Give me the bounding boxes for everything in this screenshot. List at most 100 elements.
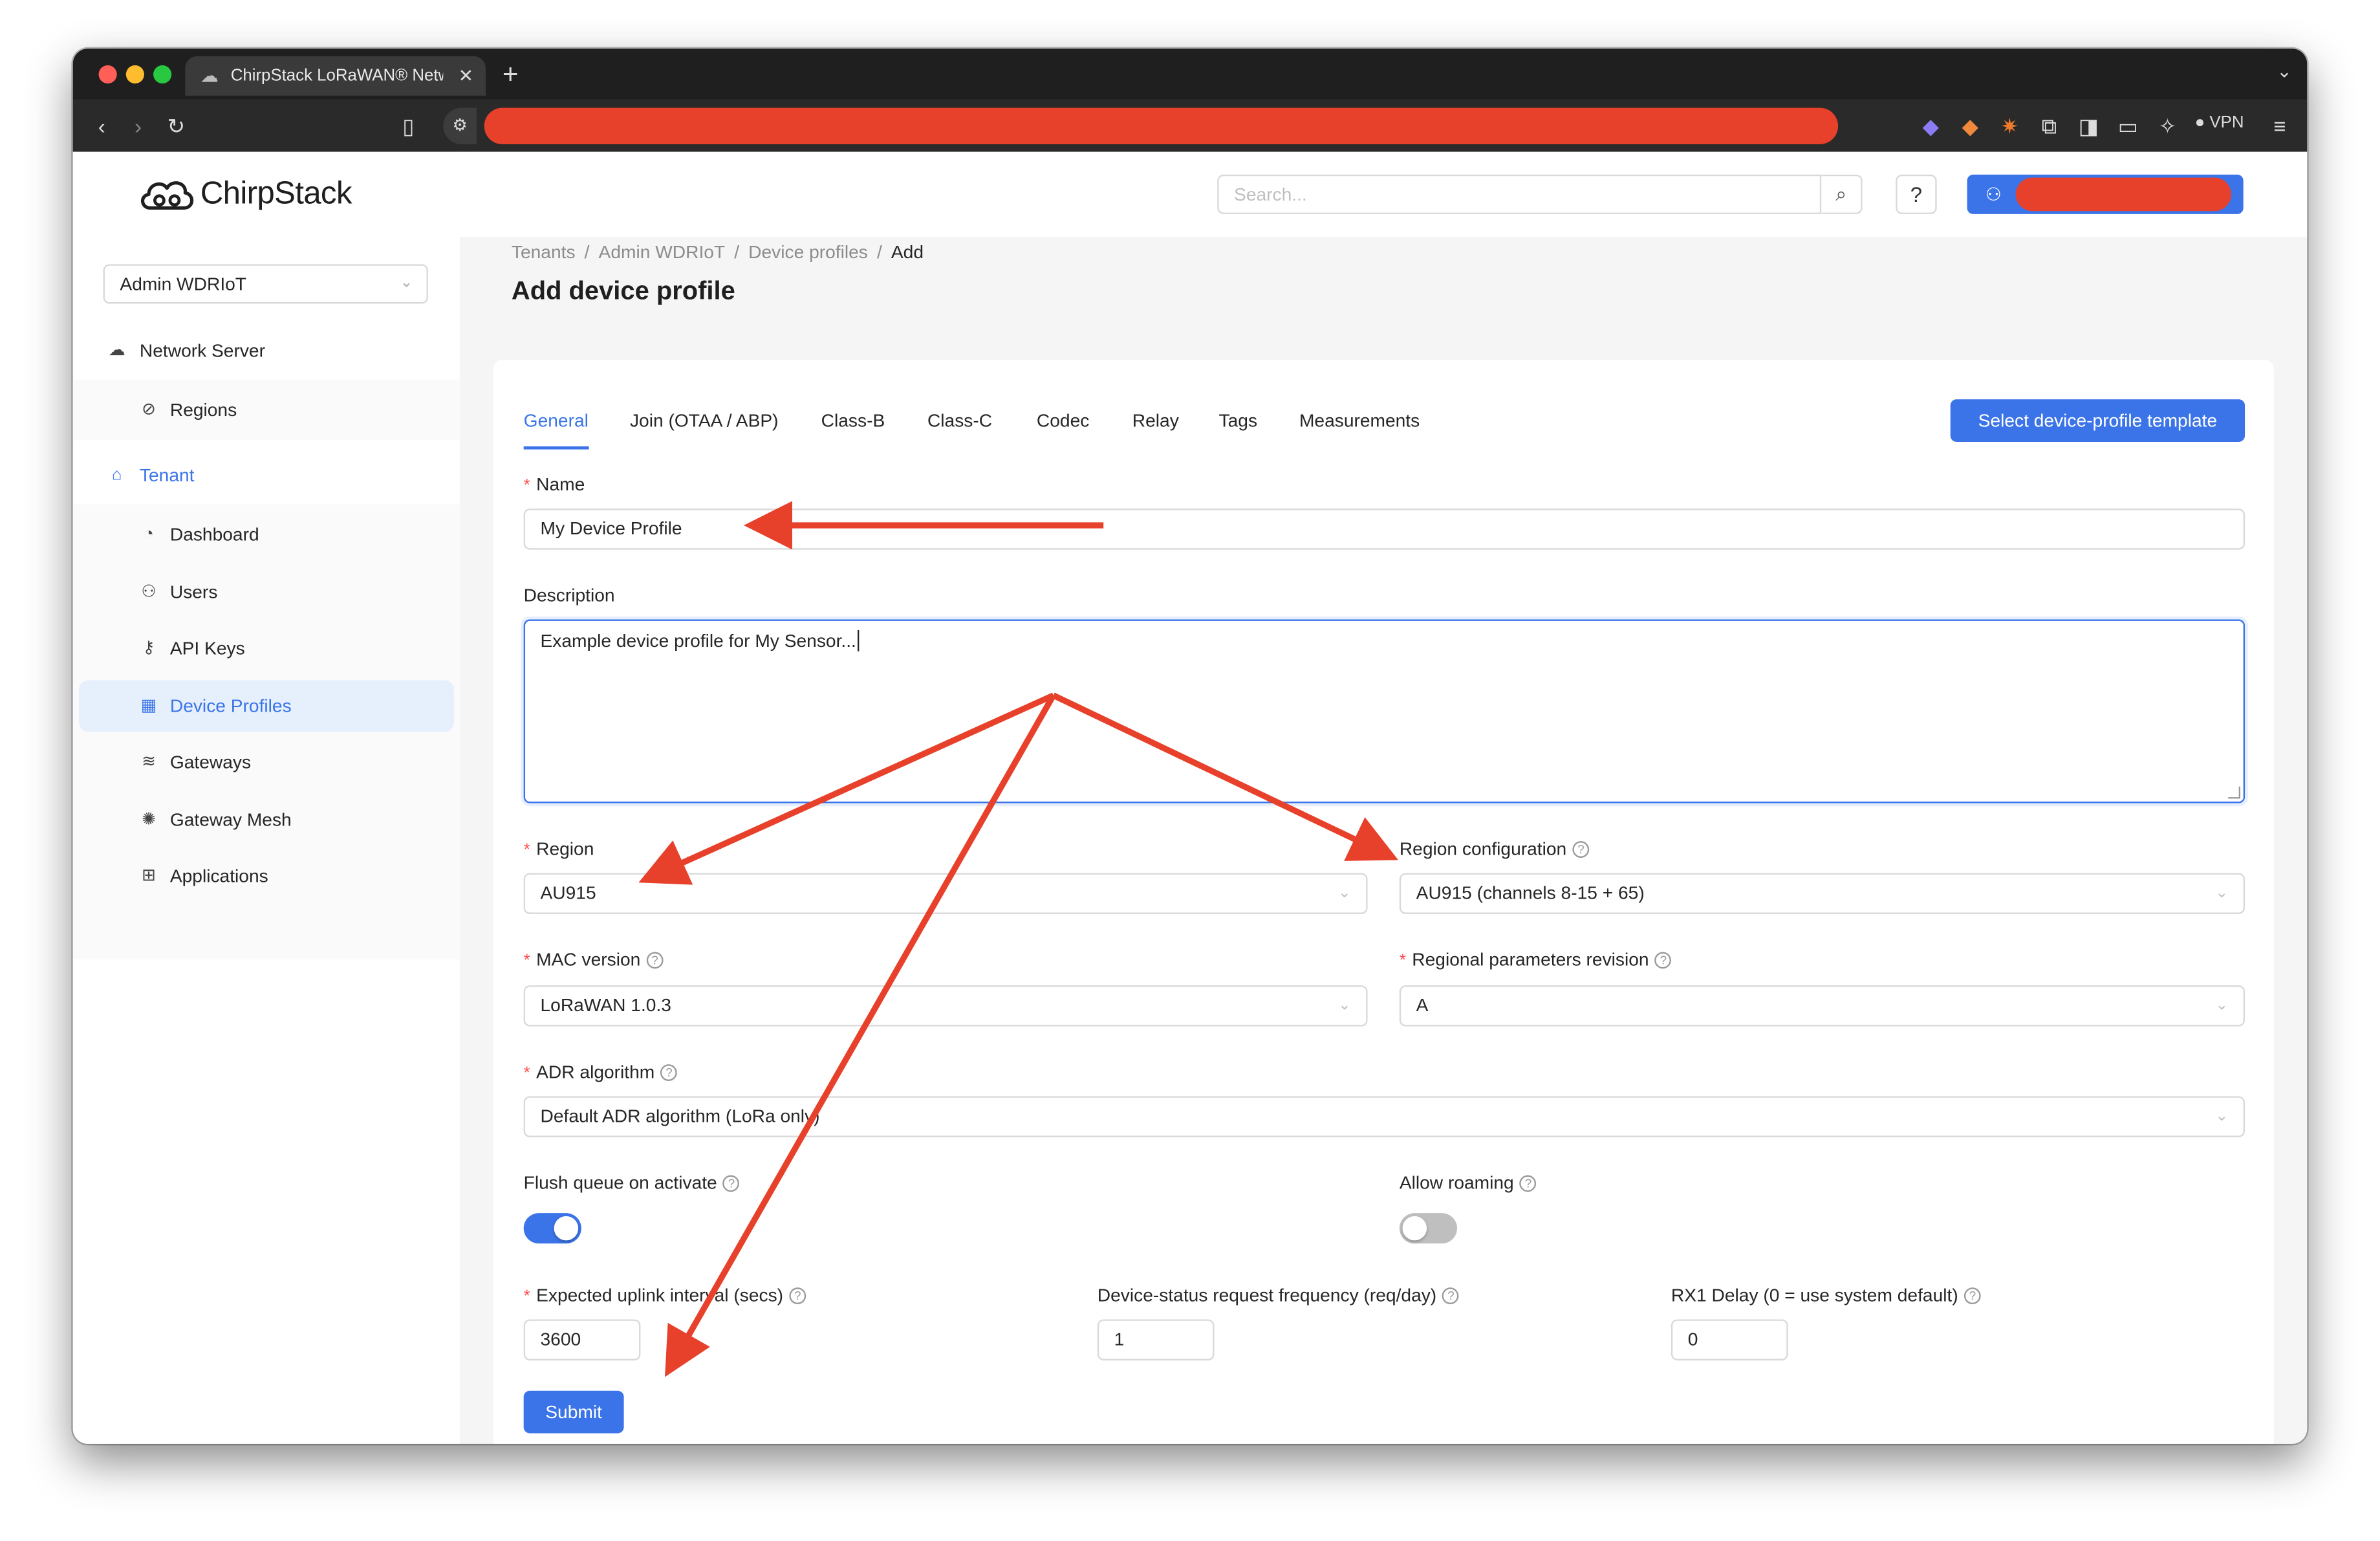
app-header: ChirpStack Search... ⌕ ? ⚇ (72, 151, 2308, 239)
menu-label: API Keys (169, 637, 245, 659)
minimize-window-button[interactable] (125, 65, 144, 84)
active-tab-indicator (523, 446, 589, 450)
bookmark-icon[interactable]: ▯ (398, 113, 419, 140)
device-status-label: Device-status request frequency (req/day… (1098, 1284, 1460, 1306)
region-config-select[interactable]: AU915 (channels 8-15 + 65) ⌄ (1399, 873, 2245, 914)
site-settings-icon[interactable]: ⚙ (443, 107, 477, 144)
menu-dashboard[interactable]: ◔ Dashboard (73, 508, 460, 560)
description-textarea[interactable]: Example device profile for My Sensor... (523, 619, 2245, 803)
close-tab-icon[interactable]: ✕ (459, 56, 474, 96)
resize-handle[interactable] (2228, 786, 2241, 799)
breadcrumb-tenant[interactable]: Admin WDRIoT (599, 241, 726, 263)
leo-icon[interactable]: ✧ (2156, 113, 2180, 140)
rx1-delay-input[interactable]: 0 (1671, 1319, 1788, 1361)
page-title: Add device profile (511, 276, 735, 305)
tenant-select-value: Admin WDRIoT (120, 273, 247, 295)
browser-window: ☁ ChirpStack LoRaWAN® Netw ✕ + ⌄ ‹ › ↻ ▯… (72, 49, 2308, 1444)
menu-device-profiles[interactable]: ▦ Device Profiles (79, 680, 454, 732)
regional-params-select[interactable]: A ⌄ (1399, 985, 2245, 1027)
reload-icon[interactable]: ↻ (164, 113, 188, 140)
wifi-icon: ≋ (142, 753, 156, 772)
brave-icon[interactable]: ✷ (1998, 113, 2022, 140)
help-icon: ? (1654, 952, 1672, 969)
device-status-input[interactable]: 1 (1097, 1319, 1215, 1361)
extension-icon[interactable]: ◆ (1918, 113, 1943, 140)
username-redacted (2015, 177, 2231, 212)
user-menu-button[interactable]: ⚇ (1967, 174, 2244, 214)
rx1-delay-label: RX1 Delay (0 = use system default)? (1671, 1284, 1981, 1306)
new-tab-button[interactable]: + (503, 56, 519, 93)
forward-icon[interactable]: › (127, 113, 149, 140)
vpn-badge[interactable]: ● VPN (2195, 114, 2244, 132)
menu-tenant[interactable]: ⌂ Tenant (73, 450, 460, 501)
back-icon[interactable]: ‹ (91, 113, 113, 140)
name-input[interactable]: My Device Profile (523, 508, 2245, 550)
tab-join[interactable]: Join (OTAA / ABP) (630, 402, 779, 439)
toggle-knob (1402, 1216, 1427, 1241)
menu-label: Device Profiles (169, 695, 292, 717)
chevron-down-icon[interactable]: ⌄ (2277, 61, 2292, 82)
tenant-select[interactable]: Admin WDRIoT ⌄ (103, 264, 428, 304)
menu-applications[interactable]: ⊞ Applications (73, 850, 460, 902)
wallet-icon[interactable]: ▭ (2116, 113, 2141, 140)
help-icon: ? (1964, 1287, 1981, 1304)
cloud-icon: ☁ (108, 342, 125, 360)
metamask-icon[interactable]: ◆ (1958, 113, 1983, 140)
mesh-icon: ✺ (142, 811, 156, 829)
sidebar-icon[interactable]: ◨ (2077, 113, 2101, 140)
browser-titlebar: ☁ ChirpStack LoRaWAN® Netw ✕ + ⌄ (72, 49, 2308, 100)
region-value: AU915 (540, 882, 596, 904)
browser-tab[interactable]: ☁ ChirpStack LoRaWAN® Netw ✕ (185, 56, 486, 96)
tab-codec[interactable]: Codec (1037, 402, 1089, 439)
menu-network-server[interactable]: ☁ Network Server (73, 325, 460, 377)
menu-label: Regions (169, 399, 237, 421)
region-label: * Region (523, 838, 594, 860)
adr-label: * ADR algorithm? (524, 1061, 678, 1082)
menu-icon[interactable]: ≡ (2267, 113, 2292, 140)
home-icon: ⌂ (111, 466, 122, 485)
adr-select[interactable]: Default ADR algorithm (LoRa only) ⌄ (523, 1096, 2245, 1137)
tab-class-c[interactable]: Class-C (927, 402, 992, 439)
allow-roaming-toggle[interactable] (1399, 1213, 1458, 1244)
help-button[interactable]: ? (1896, 174, 1937, 214)
uplink-interval-input[interactable]: 3600 (523, 1319, 641, 1361)
menu-api-keys[interactable]: ⚷ API Keys (73, 622, 460, 674)
tab-tags[interactable]: Tags (1219, 402, 1258, 439)
zoom-window-button[interactable] (153, 65, 172, 84)
close-window-button[interactable] (98, 65, 117, 84)
flush-queue-toggle[interactable] (523, 1213, 581, 1244)
chirpstack-logo-icon (141, 181, 194, 210)
help-icon: ? (660, 1064, 678, 1081)
help-icon: ? (723, 1175, 740, 1192)
search-input[interactable]: Search... (1217, 174, 1822, 214)
menu-label: Gateway Mesh (169, 809, 292, 831)
chevron-down-icon: ⌄ (2215, 997, 2229, 1014)
tab-relay[interactable]: Relay (1132, 402, 1179, 439)
breadcrumb-device-profiles[interactable]: Device profiles (748, 241, 868, 263)
region-config-label: Region configuration? (1400, 838, 1590, 859)
user-icon: ⚇ (141, 583, 157, 602)
menu-regions[interactable]: ⊘ Regions (73, 384, 460, 436)
menu-users[interactable]: ⚇ Users (73, 566, 460, 618)
key-icon: ⚷ (142, 639, 155, 658)
mac-version-select[interactable]: LoRaWAN 1.0.3 ⌄ (523, 985, 1368, 1027)
menu-gateway-mesh[interactable]: ✺ Gateway Mesh (73, 794, 460, 846)
address-bar-redacted[interactable] (484, 107, 1839, 144)
mac-version-label: * MAC version? (524, 949, 664, 970)
search-icon[interactable]: ⌕ (1821, 174, 1863, 214)
region-select[interactable]: AU915 ⌄ (523, 873, 1368, 914)
tab-measurements[interactable]: Measurements (1299, 402, 1420, 439)
tab-class-b[interactable]: Class-B (821, 402, 885, 439)
breadcrumb-current: Add (891, 241, 924, 263)
select-template-button[interactable]: Select device-profile template (1950, 399, 2245, 442)
puzzle-icon[interactable]: ⧉ (2037, 113, 2062, 140)
chevron-down-icon: ⌄ (2215, 1108, 2229, 1126)
menu-gateways[interactable]: ≋ Gateways (73, 736, 460, 788)
help-icon: ? (646, 952, 664, 969)
form-card: General Join (OTAA / ABP) Class-B Class-… (493, 360, 2274, 1444)
submit-button[interactable]: Submit (523, 1390, 624, 1434)
cloud-icon: ☁ (200, 65, 219, 87)
tab-general[interactable]: General (524, 402, 589, 439)
breadcrumb-tenants[interactable]: Tenants (512, 241, 576, 263)
help-icon: ? (1520, 1175, 1537, 1192)
